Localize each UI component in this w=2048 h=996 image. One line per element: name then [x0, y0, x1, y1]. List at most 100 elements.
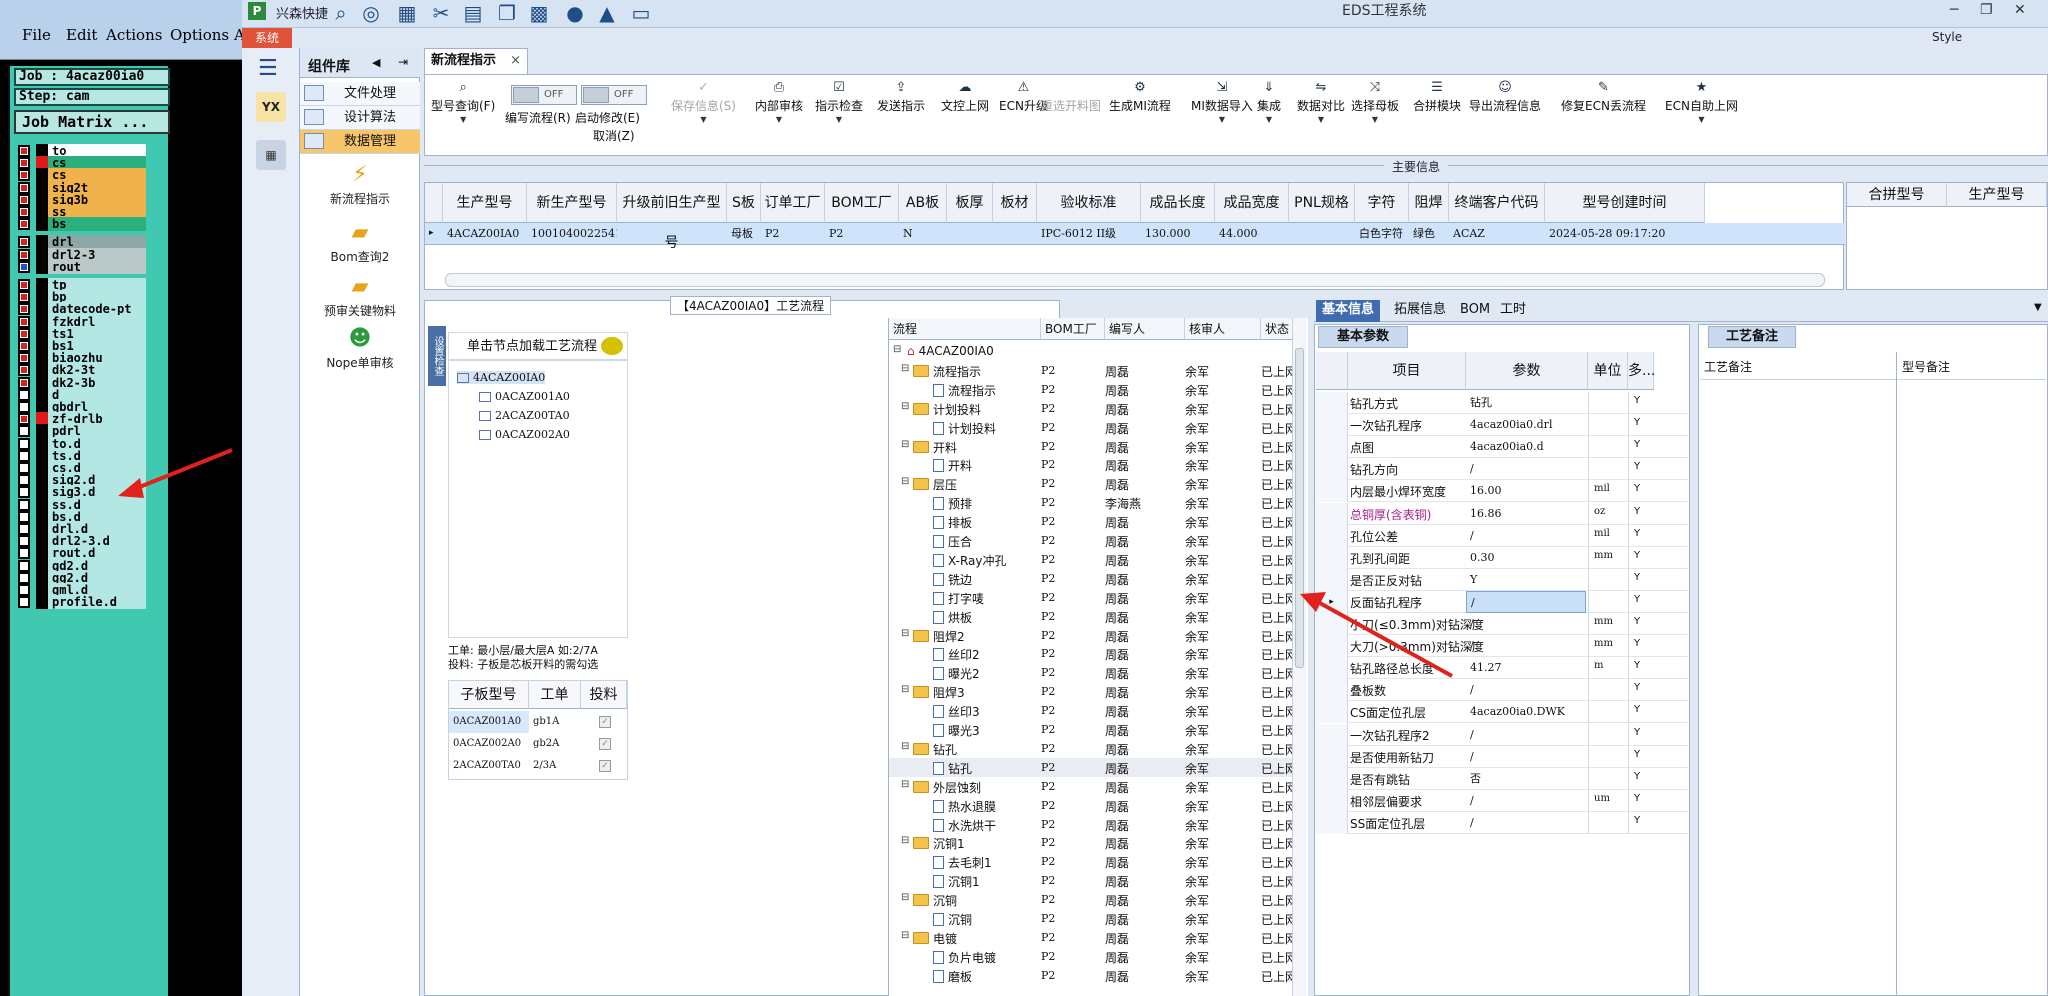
flow-row[interactable]: ⊟ ⌂ 4ACAZ00IA0 [889, 342, 1303, 361]
copy-icon[interactable]: ❐ [494, 1, 520, 25]
layer-checkbox[interactable] [18, 376, 30, 389]
chevron-down-icon[interactable]: ▼ [1297, 114, 1345, 126]
toggle-write-flow[interactable]: OFF [511, 85, 577, 105]
layer-checkbox[interactable] [18, 218, 30, 231]
layer-checkbox[interactable] [18, 315, 30, 328]
layer-checkbox[interactable] [18, 596, 30, 609]
style-dropdown[interactable]: Style [1932, 30, 1962, 44]
pin-icon[interactable]: ⇥ [398, 55, 408, 69]
main-cell[interactable]: P2 [825, 223, 899, 245]
param-row[interactable]: 相邻层偏要求 / um Y [1316, 789, 1688, 812]
column-header[interactable]: 型号创建时间 [1545, 183, 1705, 223]
param-value[interactable]: / [1466, 746, 1586, 768]
ribbon-button[interactable]: ☑ 指示检查 ▼ [815, 79, 863, 126]
flow-node[interactable]: 负片电镀 [933, 949, 996, 966]
chevron-down-icon[interactable]: ▼ [815, 114, 863, 126]
layer-checkbox[interactable] [18, 303, 30, 316]
main-cell[interactable]: 10010400225416 [527, 223, 617, 245]
param-value[interactable]: / [1466, 790, 1586, 812]
main-cell[interactable]: 母板 [727, 223, 761, 245]
param-column-header[interactable]: 参数 [1466, 352, 1588, 390]
column-header[interactable]: AB板 [899, 183, 947, 223]
lifebuoy-icon[interactable]: ◎ [358, 1, 384, 25]
layer-checkbox[interactable] [18, 181, 30, 194]
layer-checkbox[interactable] [18, 510, 30, 523]
flow-node[interactable]: ⌂ 4ACAZ00IA0 [907, 344, 994, 358]
ribbon-button[interactable]: ✎ 修复ECN丢流程 [1561, 79, 1646, 114]
flow-node[interactable]: 钻孔 [933, 760, 972, 777]
chevron-down-icon[interactable]: ▼ [1191, 114, 1253, 126]
main-cell[interactable]: ACAZ [1449, 223, 1545, 245]
flow-row[interactable]: 沉铜1 P2 周磊 余军 已上网 [889, 871, 1303, 890]
yx-app-icon[interactable]: YX [256, 92, 286, 122]
ribbon-button[interactable]: ☺ 导出流程信息 [1469, 79, 1541, 114]
param-value[interactable]: 16.00 [1466, 480, 1586, 502]
system-menu-button[interactable]: 系统 [242, 28, 292, 48]
chevron-down-icon[interactable]: ▼ [1665, 114, 1738, 126]
merge-column-header[interactable]: 合拼型号 [1847, 183, 1947, 207]
layer-checkbox[interactable] [18, 571, 30, 584]
column-header[interactable]: 验收标准 [1037, 183, 1141, 223]
layer-checkbox[interactable] [18, 388, 30, 401]
flow-node[interactable]: 烘板 [933, 609, 972, 626]
layer-checkbox[interactable] [18, 279, 30, 291]
scissors-icon[interactable]: ✂ [428, 1, 454, 25]
flow-row[interactable]: 磨板 P2 周磊 余军 已上网 [889, 966, 1303, 985]
flow-node[interactable]: 阻焊2 [913, 628, 965, 645]
feed-checkbox[interactable]: ✓ [599, 760, 611, 772]
column-header[interactable]: 生产型号 [443, 183, 527, 223]
child-order-cell[interactable]: 2/3A [529, 755, 581, 777]
chevron-down-icon[interactable]: ▼ [2034, 302, 2042, 313]
flow-node[interactable]: 计划投料 [913, 401, 981, 418]
main-cell[interactable] [617, 223, 727, 245]
param-value[interactable]: 4acaz00ia0.drl [1466, 414, 1586, 436]
user-icon[interactable]: ● [562, 1, 588, 25]
param-row[interactable]: 是否有跳钻 否 Y [1316, 767, 1688, 790]
layer-checkbox[interactable] [18, 486, 30, 499]
child-model-cell[interactable]: 0ACAZ001A0 [449, 711, 529, 733]
collapse-icon[interactable]: ⊟ [901, 835, 909, 846]
main-cell[interactable]: 4ACAZ00IA0 [443, 223, 527, 245]
param-value[interactable]: / [1466, 458, 1586, 480]
flow-row[interactable]: ⊟ 沉铜 P2 周磊 余军 已上网 [889, 890, 1303, 909]
restore-icon[interactable]: ❐ [1980, 2, 1993, 18]
layer-checkbox[interactable] [18, 559, 30, 572]
layer-name[interactable]: profile.d [48, 595, 146, 610]
flow-row[interactable]: 烘板 P2 周磊 余军 已上网 [889, 607, 1303, 626]
column-header[interactable]: 成品长度 [1141, 183, 1215, 223]
main-cell[interactable]: IPC-6012 II级 [1037, 223, 1141, 245]
tab-close-icon[interactable]: × [510, 49, 521, 73]
ribbon-button[interactable]: ⌕ 型号查询(F) ▼ [431, 79, 495, 126]
param-row[interactable]: 一次钻孔程序 4acaz00ia0.drl Y [1316, 414, 1688, 437]
param-value[interactable]: 否 [1466, 768, 1586, 790]
param-value[interactable]: Y [1466, 569, 1586, 591]
chevron-down-icon[interactable]: ▼ [1351, 114, 1399, 126]
cancel-button[interactable]: 取消(Z) [593, 127, 635, 144]
layer-checkbox[interactable] [18, 364, 30, 377]
flow-node[interactable]: 沉铜1 [913, 835, 965, 852]
flow-row[interactable]: ⊟ 流程指示 P2 周磊 余军 已上网 [889, 361, 1303, 380]
toggle-knob[interactable] [513, 87, 539, 103]
flow-node[interactable]: 沉铜 [933, 911, 972, 928]
horizontal-scrollbar[interactable] [445, 273, 1825, 287]
collapse-icon[interactable]: ⊟ [901, 930, 909, 941]
close-icon[interactable]: ✕ [2014, 2, 2026, 18]
main-cell[interactable]: N [899, 223, 947, 245]
flow-row[interactable]: 排板 P2 周磊 余军 已上网 [889, 512, 1303, 531]
flow-row[interactable]: 沉铜 P2 周磊 余军 已上网 [889, 909, 1303, 928]
category-data-management[interactable]: 数据管理 [300, 130, 420, 154]
layer-checkbox[interactable] [18, 584, 30, 596]
flow-node[interactable]: 丝印2 [933, 646, 980, 663]
param-column-header[interactable]: 单位 [1588, 352, 1628, 390]
flow-row[interactable]: ⊟ 层压 P2 周磊 余军 已上网 [889, 474, 1303, 493]
param-row[interactable]: 钻孔方式 钻孔 Y [1316, 392, 1688, 414]
layer-checkbox[interactable] [18, 145, 30, 157]
flow-row[interactable]: 预排 P2 李海燕 余军 已上网 [889, 493, 1303, 512]
flow-scrollbar[interactable] [1292, 318, 1306, 996]
flow-row[interactable]: 开料 P2 周磊 余军 已上网 [889, 455, 1303, 474]
ribbon-button[interactable]: ☁ 文控上网 [941, 79, 989, 114]
child-order-cell[interactable]: gb1A [529, 711, 581, 733]
chevron-down-icon[interactable]: ▼ [671, 114, 736, 126]
comp-new-flow[interactable]: ⚡ 新流程指示 [300, 162, 420, 207]
collapse-icon[interactable]: ⊟ [901, 439, 909, 450]
